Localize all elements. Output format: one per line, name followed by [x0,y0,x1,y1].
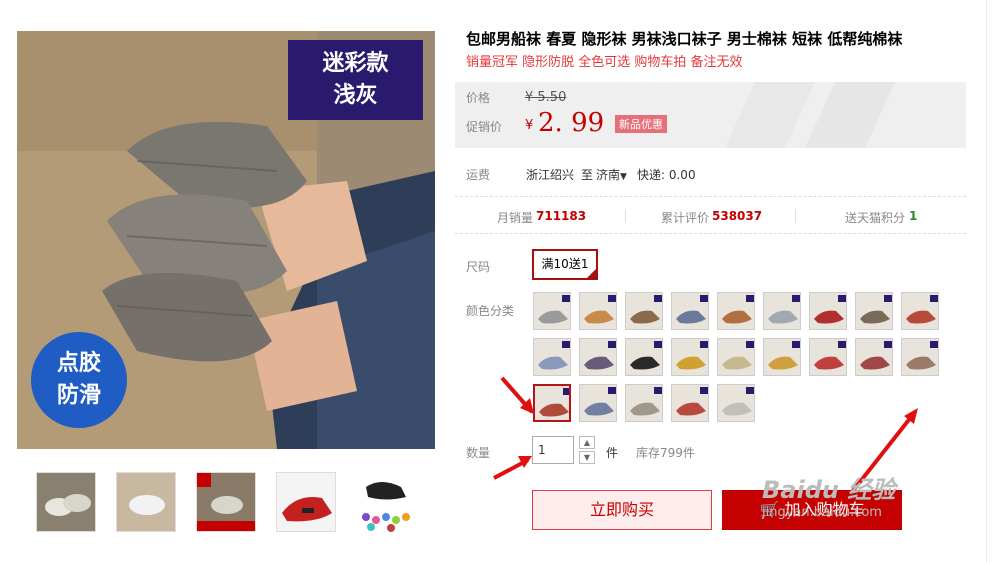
scrollbar-track[interactable] [986,0,997,562]
size-label: 尺码 [466,260,491,274]
chevron-down-icon: ▼ [583,453,591,462]
buy-now-button[interactable]: 立即购买 [532,490,712,530]
thumbnail-5[interactable] [356,472,416,532]
price-box: 价格 ¥ 5.50 促销价 ¥ 2. 99 新品优惠 [455,82,966,148]
product-title: 包邮男船袜 春夏 隐形袜 男袜浅口袜子 男士棉袜 短袜 低帮纯棉袜 [466,30,903,48]
divider [795,209,796,223]
shipping-destination-select[interactable]: 济南▼ [596,166,627,183]
thumbnail-4[interactable] [276,472,336,532]
reviews-value[interactable]: 538037 [712,209,762,223]
currency-symbol: ¥ [525,118,534,133]
quantity-unit: 件 [606,446,619,460]
style-badge-line2: 浅灰 [333,83,378,108]
color-swatch[interactable] [533,292,571,330]
feature-badge-line2: 防滑 [56,383,101,408]
feature-badge: 点胶 防滑 [31,332,127,428]
original-price: ¥ 5.50 [525,90,567,105]
promo-price: 2. 99 [538,108,605,138]
color-swatch[interactable] [809,292,847,330]
monthly-sales-label: 月销量 [497,211,534,225]
shipping-from: 浙江绍兴 [526,168,575,182]
thumbnail-2[interactable] [116,472,176,532]
divider [455,196,966,197]
shipping-express: 快递: 0.00 [637,168,696,182]
quantity-label: 数量 [466,446,491,460]
style-badge-line1: 迷彩款 [322,51,389,76]
points-value: 1 [909,209,918,223]
style-badge: 迷彩款 浅灰 [288,40,423,120]
divider [455,233,966,234]
thumbnail-3[interactable] [196,472,256,532]
quantity-increase-button[interactable]: ▲ [579,436,595,449]
shipping-destination: 济南 [596,168,621,182]
color-swatch[interactable] [625,292,663,330]
color-swatch[interactable] [855,292,893,330]
color-swatch[interactable] [579,292,617,330]
size-option-selected[interactable]: 满10送1 [532,249,598,280]
color-swatch[interactable] [717,292,755,330]
reviews-label[interactable]: 累计评价 [661,209,709,226]
points-label: 送天猫积分 [845,211,906,225]
price-label: 价格 [466,91,491,105]
color-swatch[interactable] [671,292,709,330]
shipping-label: 运费 [466,168,491,182]
watermark: Baidu 经验 jingyan.baidu.com [762,470,895,520]
stock-count: 库存799件 [636,446,695,460]
feature-badge-line1: 点胶 [56,351,101,376]
size-option-label: 满10送1 [541,257,589,271]
chevron-up-icon: ▲ [583,438,591,447]
quantity-input[interactable]: 1 [532,436,574,464]
promo-tag: 新品优惠 [615,115,667,133]
thumbnail-1[interactable] [36,472,96,532]
watermark-line1: Baidu 经验 [762,476,896,504]
divider [625,209,626,223]
selected-check-icon [587,269,596,278]
watermark-line2: jingyan.baidu.com [762,505,882,520]
chevron-down-icon: ▼ [620,172,627,182]
monthly-sales-value: 711183 [536,209,587,223]
color-swatch[interactable] [901,292,939,330]
color-swatch[interactable] [763,292,801,330]
shipping-to-word: 至 [581,168,594,182]
color-label: 颜色分类 [466,304,515,318]
promo-price-label: 促销价 [466,120,503,134]
product-subtitle: 销量冠军 隐形防脱 全色可选 购物车拍 备注无效 [466,55,743,70]
quantity-decrease-button[interactable]: ▼ [579,451,595,464]
